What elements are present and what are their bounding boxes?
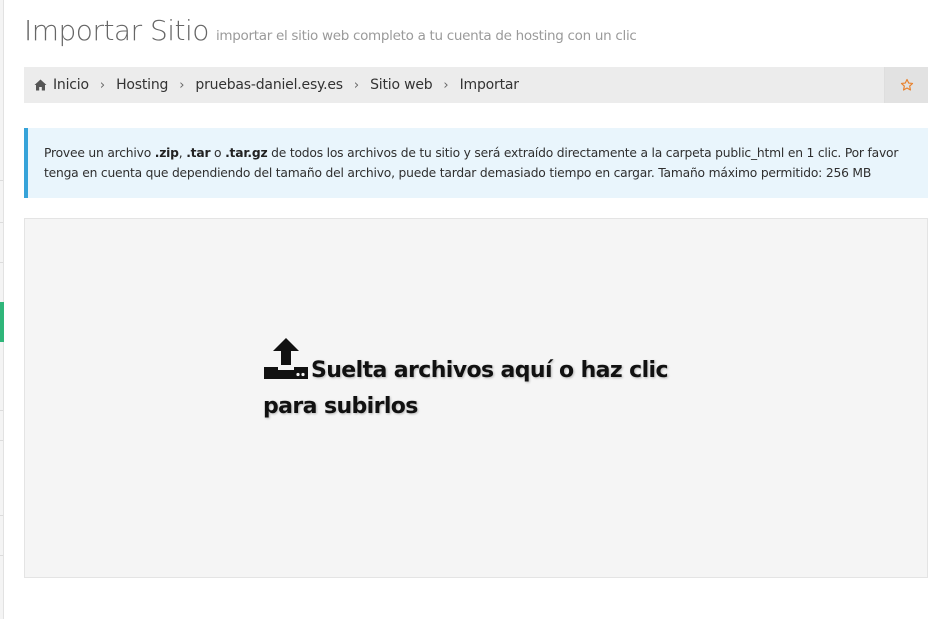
rail-divider [0, 515, 3, 516]
dropzone-text: Suelta archivos aquí o haz clic para sub… [263, 358, 669, 419]
rail-divider [0, 262, 3, 263]
breadcrumb-current: Importar [459, 77, 519, 93]
breadcrumb-website[interactable]: Sitio web [370, 77, 433, 93]
rail-divider [0, 410, 3, 411]
breadcrumb-home[interactable]: Inicio [34, 77, 89, 93]
sidebar-active-indicator [0, 302, 4, 342]
breadcrumb-bar: Inicio › Hosting › pruebas-daniel.esy.es… [24, 67, 928, 103]
info-alert: Provee un archivo .zip, .tar o .tar.gz d… [24, 128, 928, 198]
star-icon [900, 78, 913, 91]
rail-divider [0, 440, 3, 441]
info-ext-targz: .tar.gz [225, 146, 268, 160]
page-subtitle: importar el sitio web completo a tu cuen… [215, 28, 637, 44]
rail-divider [0, 555, 3, 556]
breadcrumb-separator: › [99, 77, 106, 93]
rail-divider [0, 180, 3, 181]
info-text: o [210, 146, 226, 160]
info-ext-zip: .zip [154, 146, 179, 160]
breadcrumb-label: Inicio [53, 77, 89, 93]
breadcrumb-separator: › [179, 77, 185, 93]
file-dropzone[interactable]: Suelta archivos aquí o haz clic para sub… [24, 218, 928, 578]
left-sidebar-rail [0, 0, 4, 619]
rail-divider [0, 222, 3, 223]
upload-icon [264, 338, 308, 379]
dropzone-message: Suelta archivos aquí o haz clic para sub… [263, 337, 683, 425]
favorite-button[interactable] [884, 67, 928, 103]
home-icon [34, 79, 47, 91]
breadcrumb-separator: › [353, 77, 360, 93]
page-header: Importar Sitio importar el sitio web com… [24, 14, 924, 54]
info-text: Provee un archivo [44, 146, 155, 160]
info-ext-tar: .tar [186, 146, 211, 160]
page-title: Importar Sitio [24, 14, 209, 47]
breadcrumb-hosting[interactable]: Hosting [116, 77, 168, 93]
breadcrumb-separator: › [443, 77, 449, 93]
breadcrumb: Inicio › Hosting › pruebas-daniel.esy.es… [24, 67, 884, 103]
breadcrumb-domain[interactable]: pruebas-daniel.esy.es [195, 77, 343, 93]
